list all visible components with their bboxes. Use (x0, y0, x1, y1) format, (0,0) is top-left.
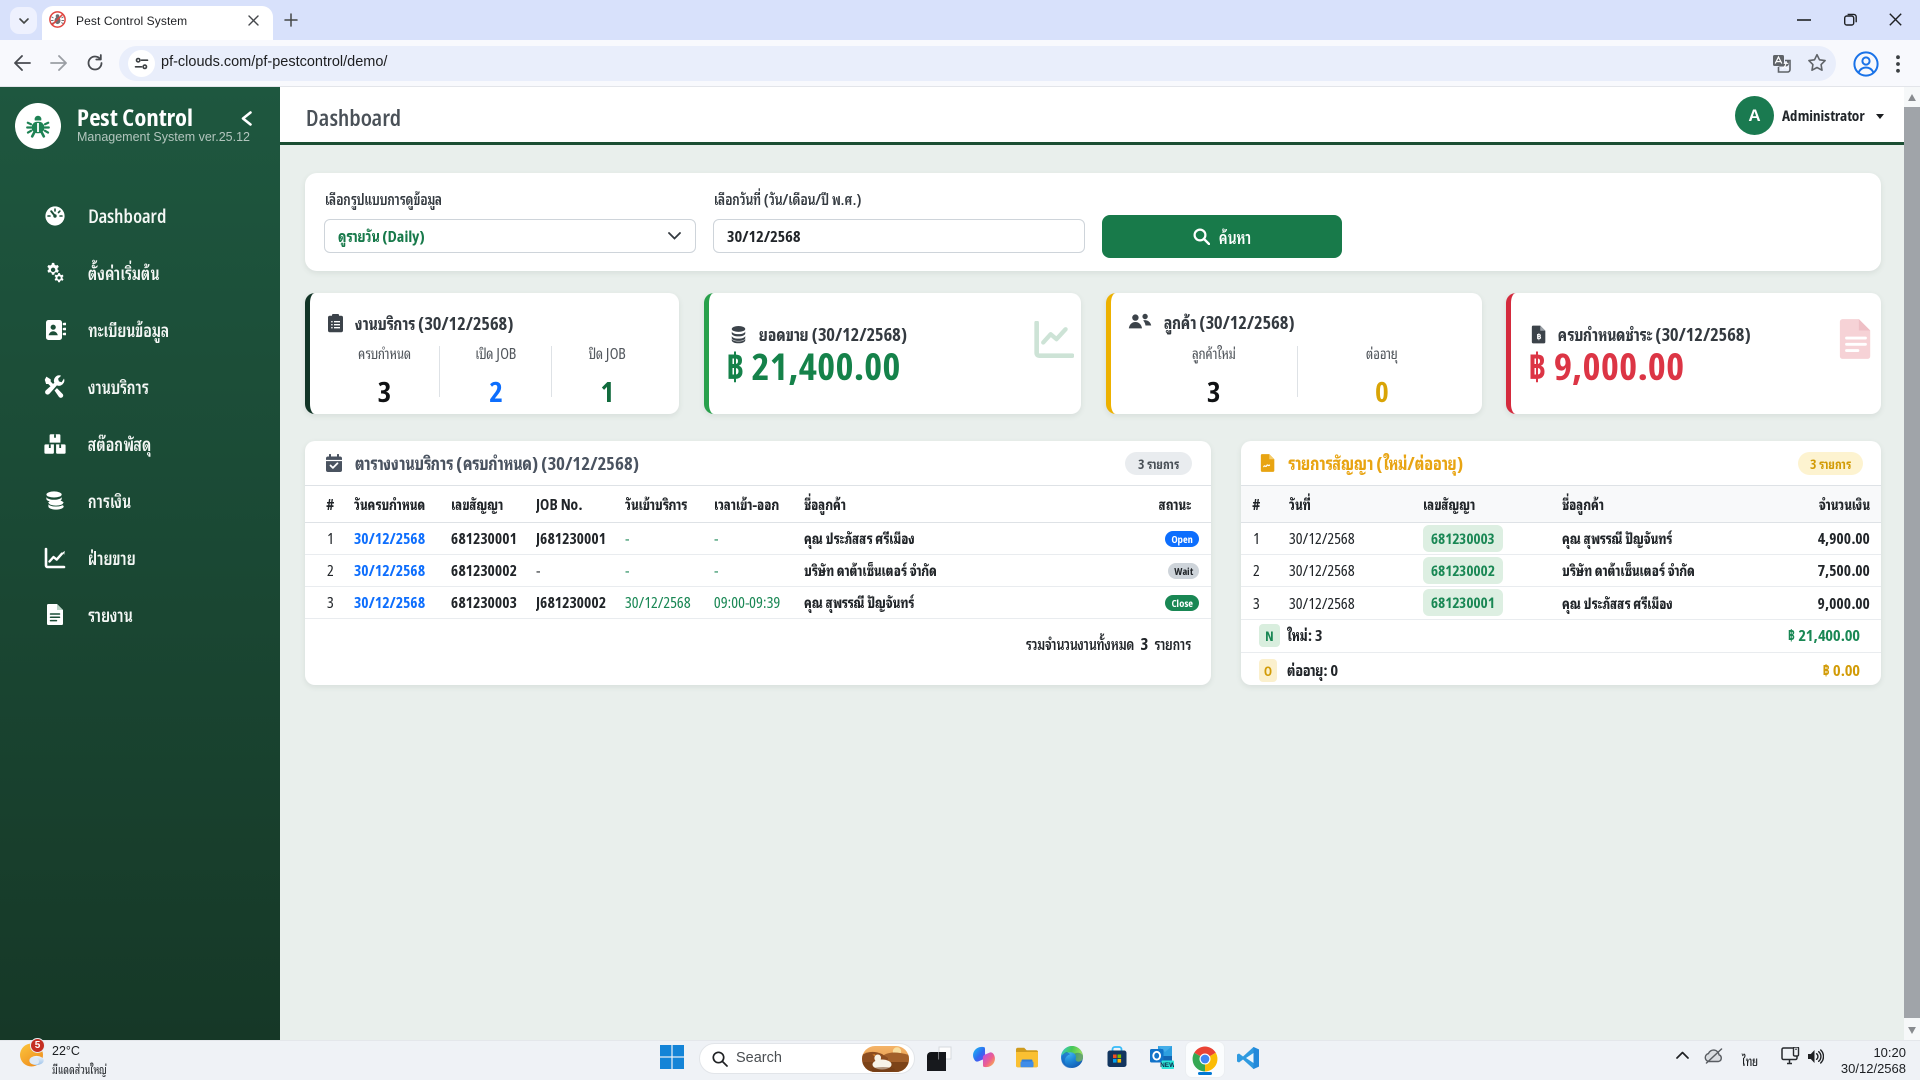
svg-text:NEW: NEW (1160, 1062, 1174, 1069)
